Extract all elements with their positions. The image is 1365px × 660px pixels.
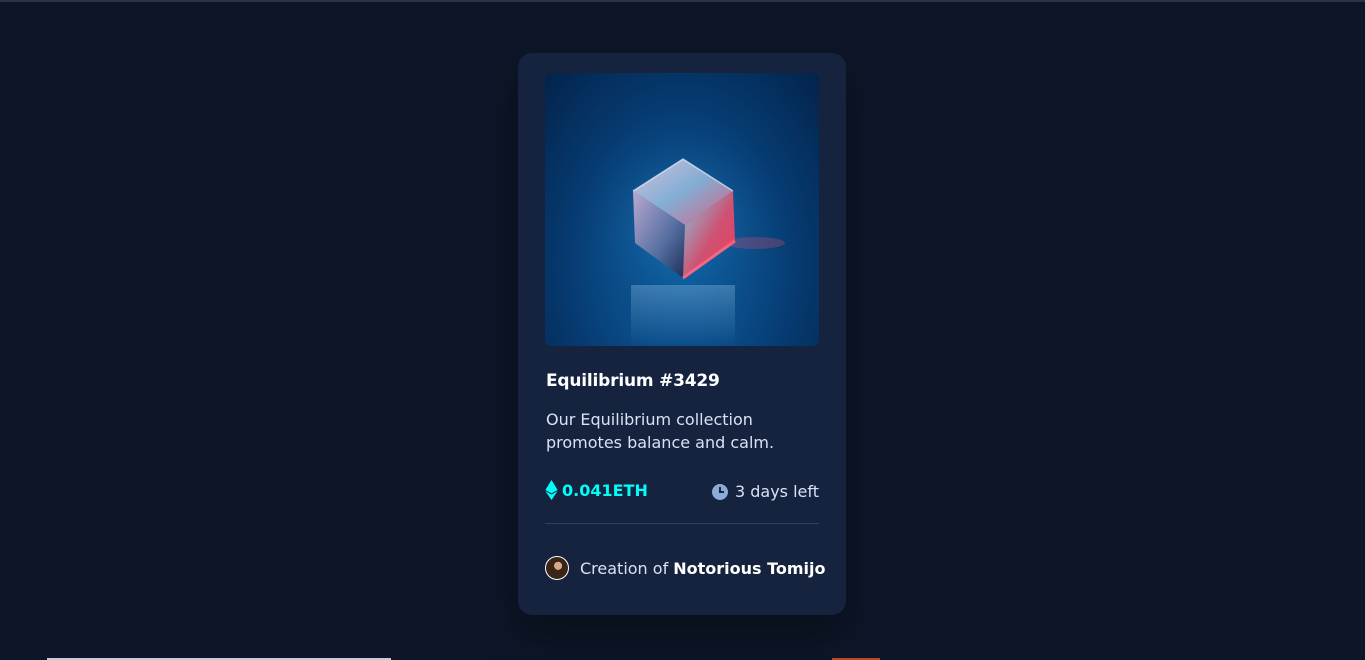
ethereum-icon — [545, 480, 558, 500]
time-left-value: 3 days left — [734, 482, 819, 501]
equilibrium-image[interactable] — [545, 73, 819, 346]
clock-icon — [711, 483, 728, 500]
creator-prefix: Creation of — [580, 558, 669, 578]
creator: Creation of Notorious Tomijo — [545, 556, 826, 580]
card-title[interactable]: Equilibrium #3429 — [546, 371, 720, 391]
price: 0.041ETH — [545, 480, 648, 500]
price-value: 0.041ETH — [562, 480, 648, 500]
avatar — [545, 556, 569, 580]
nft-preview-card: Equilibrium #3429 Our Equilibrium collec… — [518, 53, 846, 615]
top-border — [0, 0, 1365, 2]
creator-name-link[interactable]: Notorious Tomijo — [673, 559, 825, 578]
card-description: Our Equilibrium collection promotes bala… — [546, 410, 775, 452]
divider — [545, 523, 819, 524]
time-left: 3 days left — [711, 482, 819, 501]
